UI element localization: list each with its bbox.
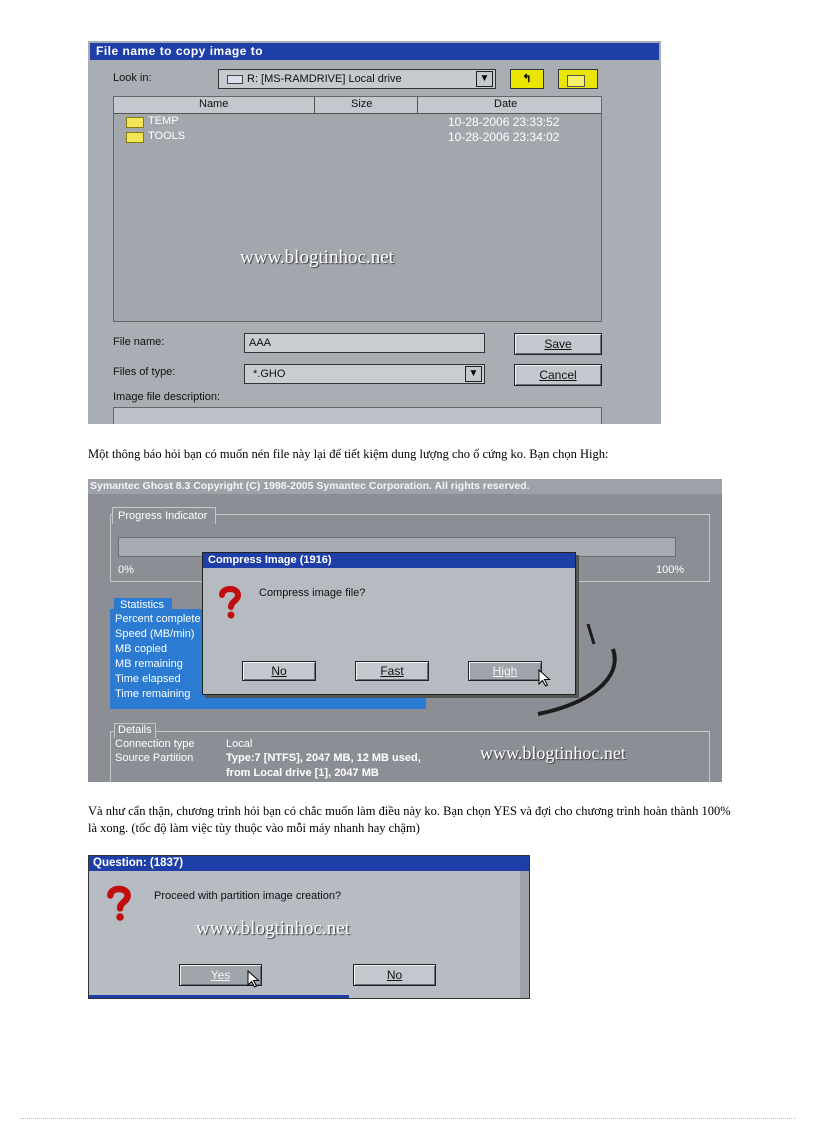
list-item[interactable]: TOOLS 10-28-2006 23:34:02 <box>114 130 601 144</box>
question-message: Proceed with partition image creation? <box>154 890 342 902</box>
files-of-type-select[interactable]: *.GHO ▼ <box>244 364 485 384</box>
cancel-label: Cancel <box>539 368 577 382</box>
file-name-label: File name: <box>113 336 165 348</box>
stat-item: Time elapsed <box>115 673 181 685</box>
statistics-label: Statistics <box>120 599 165 611</box>
high-label: High <box>492 664 518 678</box>
no-button[interactable]: No <box>242 661 316 681</box>
watermark: www.blogtinhoc.net <box>196 918 350 939</box>
col-date[interactable]: Date <box>494 98 517 110</box>
scrollbar[interactable] <box>520 871 529 998</box>
mouse-cursor-icon <box>538 669 551 687</box>
chevron-down-icon[interactable]: ▼ <box>465 366 482 382</box>
cancel-button[interactable]: Cancel <box>514 364 602 386</box>
yes-label: Yes <box>210 968 231 982</box>
no-button[interactable]: No <box>353 964 436 986</box>
row-date: 10-28-2006 23:34:02 <box>448 130 560 144</box>
file-dialog-screenshot: File name to copy image to Look in: R: [… <box>88 41 661 424</box>
look-in-value: R: [MS-RAMDRIVE] Local drive <box>247 73 402 85</box>
question-icon <box>219 586 242 619</box>
paragraph-compress: Một thông báo hỏi bạn có muốn nén file n… <box>88 447 609 461</box>
source-partition-value-2: from Local drive [1], 2047 MB <box>226 767 379 779</box>
save-label: Save <box>544 337 572 351</box>
folder-icon <box>126 117 144 128</box>
row-date: 10-28-2006 23:33:52 <box>448 115 560 129</box>
fast-label: Fast <box>380 664 404 678</box>
file-list[interactable]: Name Size Date TEMP 10-28-2006 23:33:52 … <box>113 96 602 322</box>
bottom-edge-strip <box>89 995 349 998</box>
col-name[interactable]: Name <box>199 98 228 110</box>
connection-type-label: Connection type <box>115 738 195 750</box>
list-item[interactable]: TEMP 10-28-2006 23:33:52 <box>114 115 601 129</box>
watermark: www.blogtinhoc.net <box>480 743 626 763</box>
up-folder-icon: ↰ <box>522 73 532 85</box>
page-bottom-dotted-rule <box>20 1118 796 1119</box>
new-folder-button[interactable] <box>558 69 598 89</box>
row-name: TOOLS <box>148 130 186 142</box>
ghost-title: Symantec Ghost 8.3 Copyright (C) 1998-20… <box>90 480 530 492</box>
files-of-type-label: Files of type: <box>113 366 176 378</box>
progress-label: Progress Indicator <box>118 510 208 522</box>
stat-item: Speed (MB/min) <box>115 628 195 640</box>
files-of-type-value: *.GHO <box>253 368 286 380</box>
paragraph-confirm-line2: là xong. (tốc độ làm việc tùy thuộc vào … <box>88 821 420 835</box>
file-name-input[interactable]: AAA <box>244 333 485 353</box>
source-partition-value: Type:7 [NTFS], 2047 MB, 12 MB used, <box>226 752 421 764</box>
up-folder-button[interactable]: ↰ <box>510 69 544 89</box>
stat-item: Percent complete <box>115 613 201 625</box>
column-header-row: Name Size Date <box>114 97 601 114</box>
drive-icon <box>227 75 243 84</box>
stat-item: MB copied <box>115 643 167 655</box>
mouse-cursor-icon <box>247 970 260 988</box>
stat-item: MB remaining <box>115 658 183 670</box>
pct-end: 100% <box>656 564 685 576</box>
question-title: Question: (1837) <box>93 857 184 869</box>
save-button[interactable]: Save <box>514 333 602 355</box>
compress-dialog-title: Compress Image (1916) <box>208 554 332 566</box>
connection-type-value: Local <box>226 738 253 750</box>
ghost-progress-screenshot: Symantec Ghost 8.3 Copyright (C) 1998-20… <box>88 479 722 782</box>
chevron-down-icon[interactable]: ▼ <box>476 71 493 87</box>
question-icon <box>107 885 131 921</box>
file-name-value: AAA <box>249 337 272 349</box>
description-input[interactable] <box>113 407 602 424</box>
look-in-dropdown[interactable]: R: [MS-RAMDRIVE] Local drive ▼ <box>218 69 496 89</box>
compress-dialog: Compress Image (1916) Compress image fil… <box>202 552 576 695</box>
high-button[interactable]: High <box>468 661 542 681</box>
description-label: Image file description: <box>113 391 220 403</box>
no-label: No <box>271 664 287 678</box>
row-name: TEMP <box>148 115 179 127</box>
stat-item: Time remaining <box>115 688 191 700</box>
look-in-label: Look in: <box>113 72 152 84</box>
paragraph-confirm-line1: Và như cẩn thận, chương trình hỏi bạn có… <box>88 804 731 818</box>
compress-dialog-message: Compress image file? <box>259 587 366 599</box>
details-label: Details <box>118 724 152 736</box>
dialog-title: File name to copy image to <box>96 44 264 58</box>
source-partition-label: Source Partition <box>115 752 194 764</box>
question-dialog-screenshot: Question: (1837) Proceed with partition … <box>88 855 530 999</box>
col-divider <box>314 97 315 113</box>
no-label: No <box>386 968 403 982</box>
pct-start: 0% <box>118 564 134 576</box>
folder-icon <box>126 132 144 143</box>
watermark: www.blogtinhoc.net <box>240 247 394 268</box>
col-size[interactable]: Size <box>351 98 372 110</box>
col-divider <box>417 97 418 113</box>
fast-button[interactable]: Fast <box>355 661 429 681</box>
new-folder-icon <box>567 75 585 87</box>
